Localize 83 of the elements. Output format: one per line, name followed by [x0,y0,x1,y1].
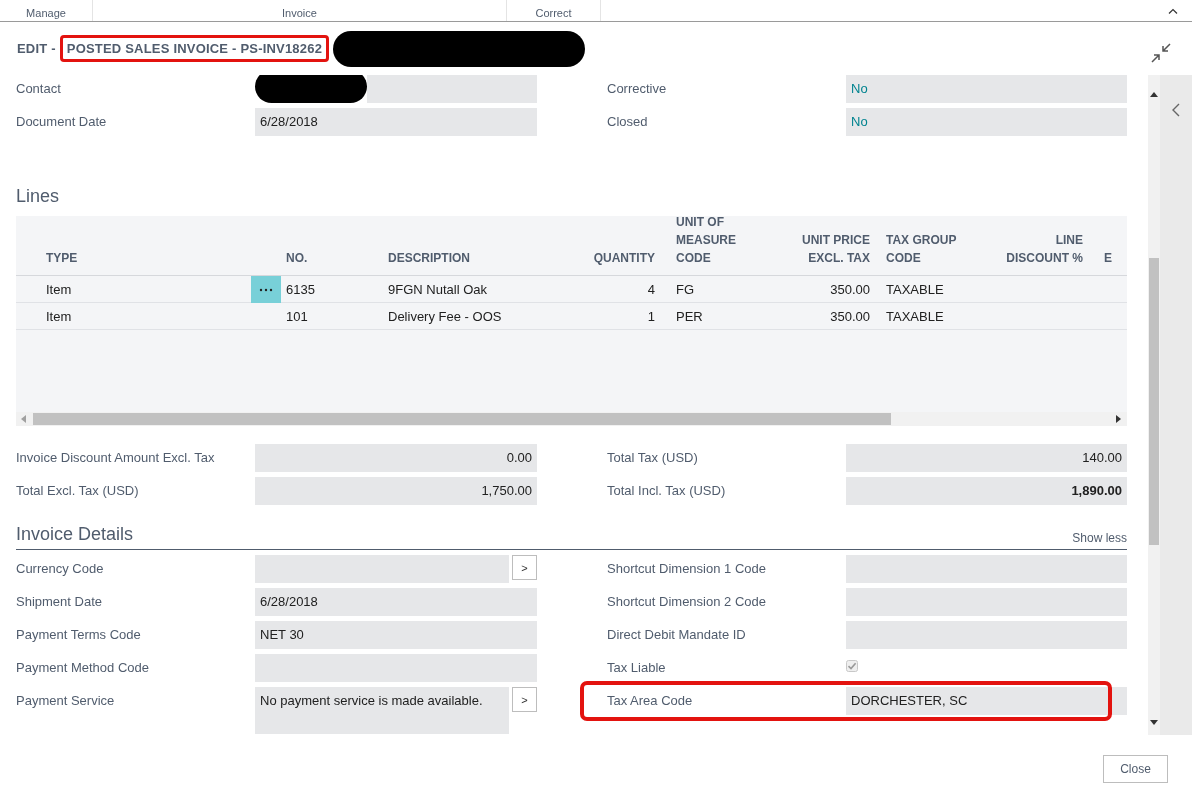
column-header[interactable]: UNIT PRICE EXCL. TAX [770,231,870,267]
field-label: Closed [607,113,649,131]
ribbon-tab[interactable]: Correct [507,0,601,21]
lookup-button[interactable]: > [512,555,537,580]
ribbon-tab[interactable]: Invoice [93,0,507,21]
field[interactable]: 0.00 [255,444,537,472]
field[interactable] [255,555,509,583]
field[interactable]: No payment service is made available. [255,687,509,734]
show-less-link[interactable]: Show less [1072,531,1127,545]
field[interactable]: NET 30 [255,621,537,649]
checkbox[interactable] [846,660,858,672]
vertical-scrollbar[interactable] [1148,75,1160,735]
field-label: Direct Debit Mandate ID [607,626,747,644]
field[interactable] [846,555,1127,583]
field-label: Tax Area Code [607,692,694,710]
field-label: Shortcut Dimension 2 Code [607,593,767,611]
table-cell: 1 [647,309,655,324]
field-label: Shortcut Dimension 1 Code [607,560,767,578]
column-header[interactable]: DESCRIPTION [388,249,470,267]
table-cell: 350.00 [830,309,870,324]
scroll-down-icon[interactable] [1150,720,1158,725]
horizontal-scrollbar[interactable] [16,412,1127,426]
table-cell: 4 [647,282,655,297]
field-label: Tax Liable [607,659,667,677]
field[interactable] [846,621,1127,649]
column-header[interactable]: LINE DISCOUNT % [995,231,1083,267]
chevron-left-icon[interactable] [1172,103,1180,117]
field[interactable]: 1,750.00 [255,477,537,505]
field-label: Shipment Date [16,593,103,611]
ribbon-tab[interactable]: Manage [0,0,93,21]
field-label: Corrective [607,80,668,98]
scroll-left-icon[interactable] [21,415,26,423]
collapse-icon[interactable] [1150,42,1172,64]
column-header[interactable]: TAX GROUP CODE [886,231,970,267]
field[interactable]: 140.00 [846,444,1127,472]
table-cell: FG [676,282,695,297]
table-cell: Item [46,282,72,297]
lookup-button[interactable]: > [512,687,537,712]
table-cell: TAXABLE [886,309,944,324]
column-header[interactable]: QUANTITY [593,249,655,267]
table-cell: PER [676,309,703,324]
table-cell: 6135 [286,282,315,297]
field-label: Total Tax (USD) [607,449,699,467]
field[interactable]: No [846,108,1127,136]
table-cell: 350.00 [830,282,870,297]
field-label: Payment Service [16,692,116,710]
more-icon [259,287,273,292]
close-button[interactable]: Close [1103,755,1168,783]
chevron-up-icon[interactable] [1168,7,1178,14]
table-cell: 9FGN Nutall Oak [388,282,487,297]
field-label: Invoice Discount Amount Excl. Tax [16,449,216,467]
field[interactable]: No [846,75,1127,103]
field-label: Document Date [16,113,108,131]
scroll-right-icon[interactable] [1116,415,1121,423]
table-cell: TAXABLE [886,282,944,297]
table-cell: Item [46,309,72,324]
field-label: Payment Terms Code [16,626,142,644]
field[interactable] [846,588,1127,616]
section-heading: Invoice Details [16,524,134,545]
field[interactable]: 6/28/2018 [255,588,537,616]
row-menu-button[interactable] [251,276,281,303]
table-cell: Delivery Fee - OOS [388,309,502,324]
table-row[interactable]: Item 101 Delivery Fee - OOS 1 PER 350.00 TAXABLE [16,303,1127,330]
column-header[interactable]: E [1104,249,1112,267]
section-heading: Lines [16,185,60,207]
field-label: Payment Method Code [16,659,150,677]
field-label: Currency Code [16,560,105,578]
column-header[interactable]: TYPE [46,249,78,267]
column-header[interactable]: NO. [286,249,308,267]
column-header[interactable]: UNIT OF MEASURE CODE [676,213,770,267]
field-label: Total Excl. Tax (USD) [16,482,140,500]
field[interactable] [255,654,537,682]
field[interactable]: DORCHESTER, SC [846,687,1127,715]
field[interactable] [367,75,537,103]
field[interactable]: 6/28/2018 [255,108,537,136]
page-title: EDIT - [17,41,56,56]
field-label: Contact [16,80,62,98]
table-row[interactable]: Item 6135 9FGN Nutall Oak 4 FG 350.00 TAXABLE [16,276,1127,303]
field[interactable]: 1,890.00 [846,477,1127,505]
scroll-up-icon[interactable] [1150,92,1158,97]
highlighted-title: POSTED SALES INVOICE - PS-INV18262 [59,35,330,62]
field-label: Total Incl. Tax (USD) [607,482,727,500]
table-cell: 101 [286,309,308,324]
